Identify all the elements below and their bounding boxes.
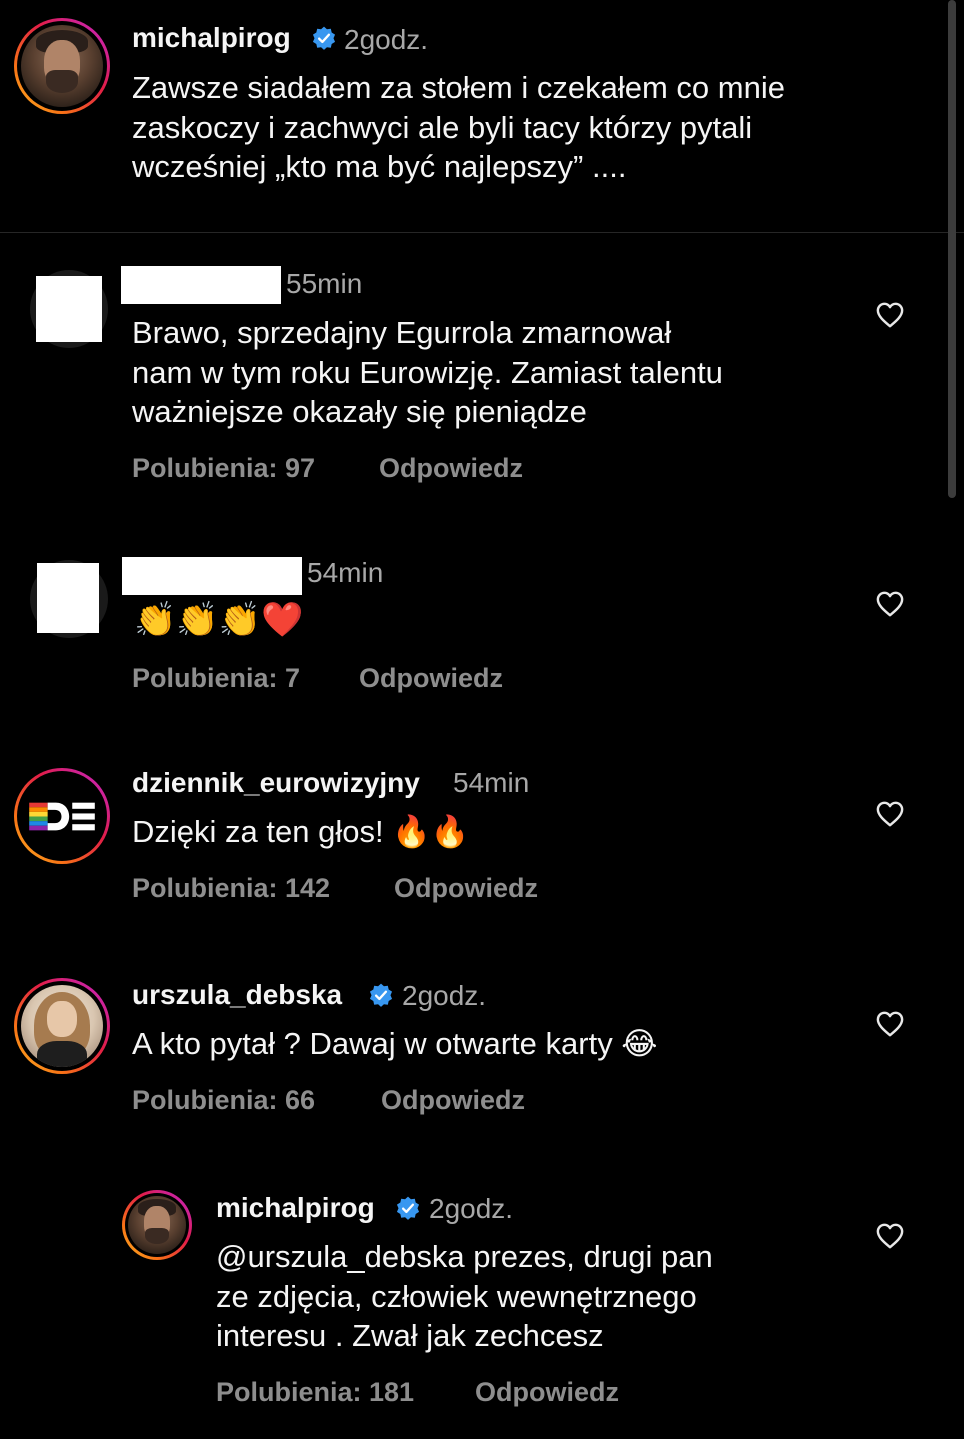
reply-button[interactable]: Odpowiedz [379, 453, 523, 484]
redacted-username [122, 557, 302, 595]
avatar-michalpirog[interactable] [14, 18, 110, 114]
instagram-comments-screen: michalpirog 2godz. Zawsze siadałem za st… [0, 0, 964, 1439]
caption-username[interactable]: michalpirog [132, 22, 291, 54]
comment-time: 54min [307, 557, 384, 588]
reply-username[interactable]: michalpirog [216, 1192, 375, 1224]
redacted-username [121, 266, 281, 304]
verified-badge-icon [396, 1196, 420, 1220]
avatar-redacted[interactable] [30, 560, 108, 638]
comment-text: Brawo, sprzedajny Egurrola zmarnował nam… [132, 315, 723, 429]
comment-text: Dzięki za ten głos! 🔥🔥 [132, 814, 470, 849]
heart-icon[interactable] [875, 1010, 905, 1038]
caption-text: Zawsze siadałem za stołem i czekałem co … [132, 70, 785, 184]
verified-badge-icon [369, 983, 393, 1007]
likes-count[interactable]: Polubienia: 142 [132, 873, 330, 904]
dziennik-eurowizyjny-logo-icon [21, 775, 103, 857]
reply-button[interactable]: Odpowiedz [381, 1085, 525, 1116]
reply-button[interactable]: Odpowiedz [475, 1377, 619, 1408]
verified-badge-icon [312, 26, 336, 50]
avatar-redacted[interactable] [30, 270, 108, 348]
avatar-urszula-debska[interactable] [14, 978, 110, 1074]
heart-icon[interactable] [875, 590, 905, 618]
avatar-dziennik-eurowizyjny[interactable] [14, 768, 110, 864]
reply-text: @urszula_debska prezes, drugi pan ze zdj… [216, 1239, 713, 1353]
likes-count[interactable]: Polubienia: 181 [216, 1377, 414, 1408]
likes-count[interactable]: Polubienia: 7 [132, 663, 300, 694]
comment-time: 55min [286, 268, 363, 299]
post-caption: michalpirog 2godz. Zawsze siadałem za st… [0, 0, 964, 232]
caption-divider [0, 232, 964, 233]
comment-emoji-text: 👏👏👏❤️ [134, 600, 304, 640]
avatar-michalpirog[interactable] [122, 1190, 192, 1260]
comment-username[interactable]: dziennik_eurowizyjny [132, 767, 420, 799]
reply-button[interactable]: Odpowiedz [394, 873, 538, 904]
comment-username[interactable]: urszula_debska [132, 979, 342, 1011]
heart-icon[interactable] [875, 1222, 905, 1250]
reply-button[interactable]: Odpowiedz [359, 663, 503, 694]
comment-time: 54min [453, 767, 530, 798]
comment-time: 2godz. [402, 980, 487, 1011]
reply-time: 2godz. [429, 1193, 514, 1224]
likes-count[interactable]: Polubienia: 66 [132, 1085, 315, 1116]
likes-count[interactable]: Polubienia: 97 [132, 453, 315, 484]
heart-icon[interactable] [875, 301, 905, 329]
scrollbar[interactable] [948, 0, 956, 498]
heart-icon[interactable] [875, 800, 905, 828]
comment-text: A kto pytał ? Dawaj w otwarte karty 😂 [132, 1026, 658, 1061]
caption-time: 2godz. [344, 24, 429, 55]
